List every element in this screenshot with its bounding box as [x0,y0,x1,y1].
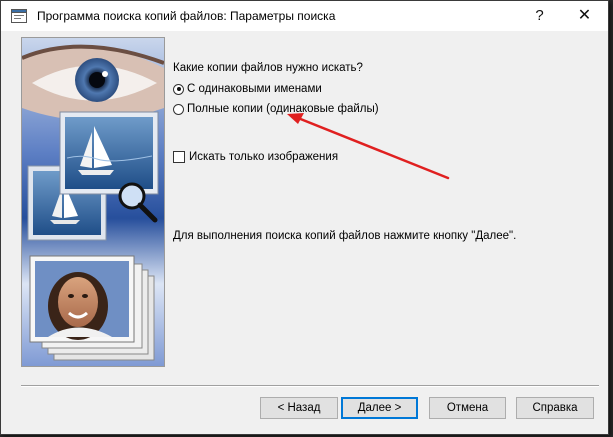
radio-full-copies-control[interactable] [173,103,184,115]
radio-same-names-control[interactable] [173,83,184,95]
radio-full-copies-label[interactable]: Полные копии (одинаковые файлы) [187,103,379,115]
wizard-window: Программа поиска копий файлов: Параметры… [0,0,609,435]
search-options-panel: Какие копии файлов нужно искать? С одина… [171,31,601,371]
checkbox-images-only[interactable]: Искать только изображения [173,149,338,165]
radio-same-names-label[interactable]: С одинаковыми именами [187,83,322,95]
close-title-button[interactable]: ✕ [562,1,607,31]
back-button[interactable]: < Назад [260,397,338,419]
radio-same-names[interactable]: С одинаковыми именами [173,81,322,97]
help-title-button[interactable]: ? [517,1,562,31]
title-bar: Программа поиска копий файлов: Параметры… [1,1,608,31]
cancel-button[interactable]: Отмена [429,397,506,419]
window-title: Программа поиска копий файлов: Параметры… [37,9,336,23]
help-button[interactable]: Справка [516,397,594,419]
app-window-icon [11,9,27,23]
next-button[interactable]: Далее > [341,397,418,419]
instruction-text: Для выполнения поиска копий файлов нажми… [173,230,517,242]
search-question-label: Какие копии файлов нужно искать? [173,62,363,74]
button-separator [21,385,599,387]
radio-full-copies[interactable]: Полные копии (одинаковые файлы) [173,101,379,117]
images-only-label[interactable]: Искать только изображения [189,151,338,163]
wizard-side-illustration [21,37,165,367]
eye-photos-illustration [22,38,164,366]
images-only-checkbox-control[interactable] [173,151,185,163]
